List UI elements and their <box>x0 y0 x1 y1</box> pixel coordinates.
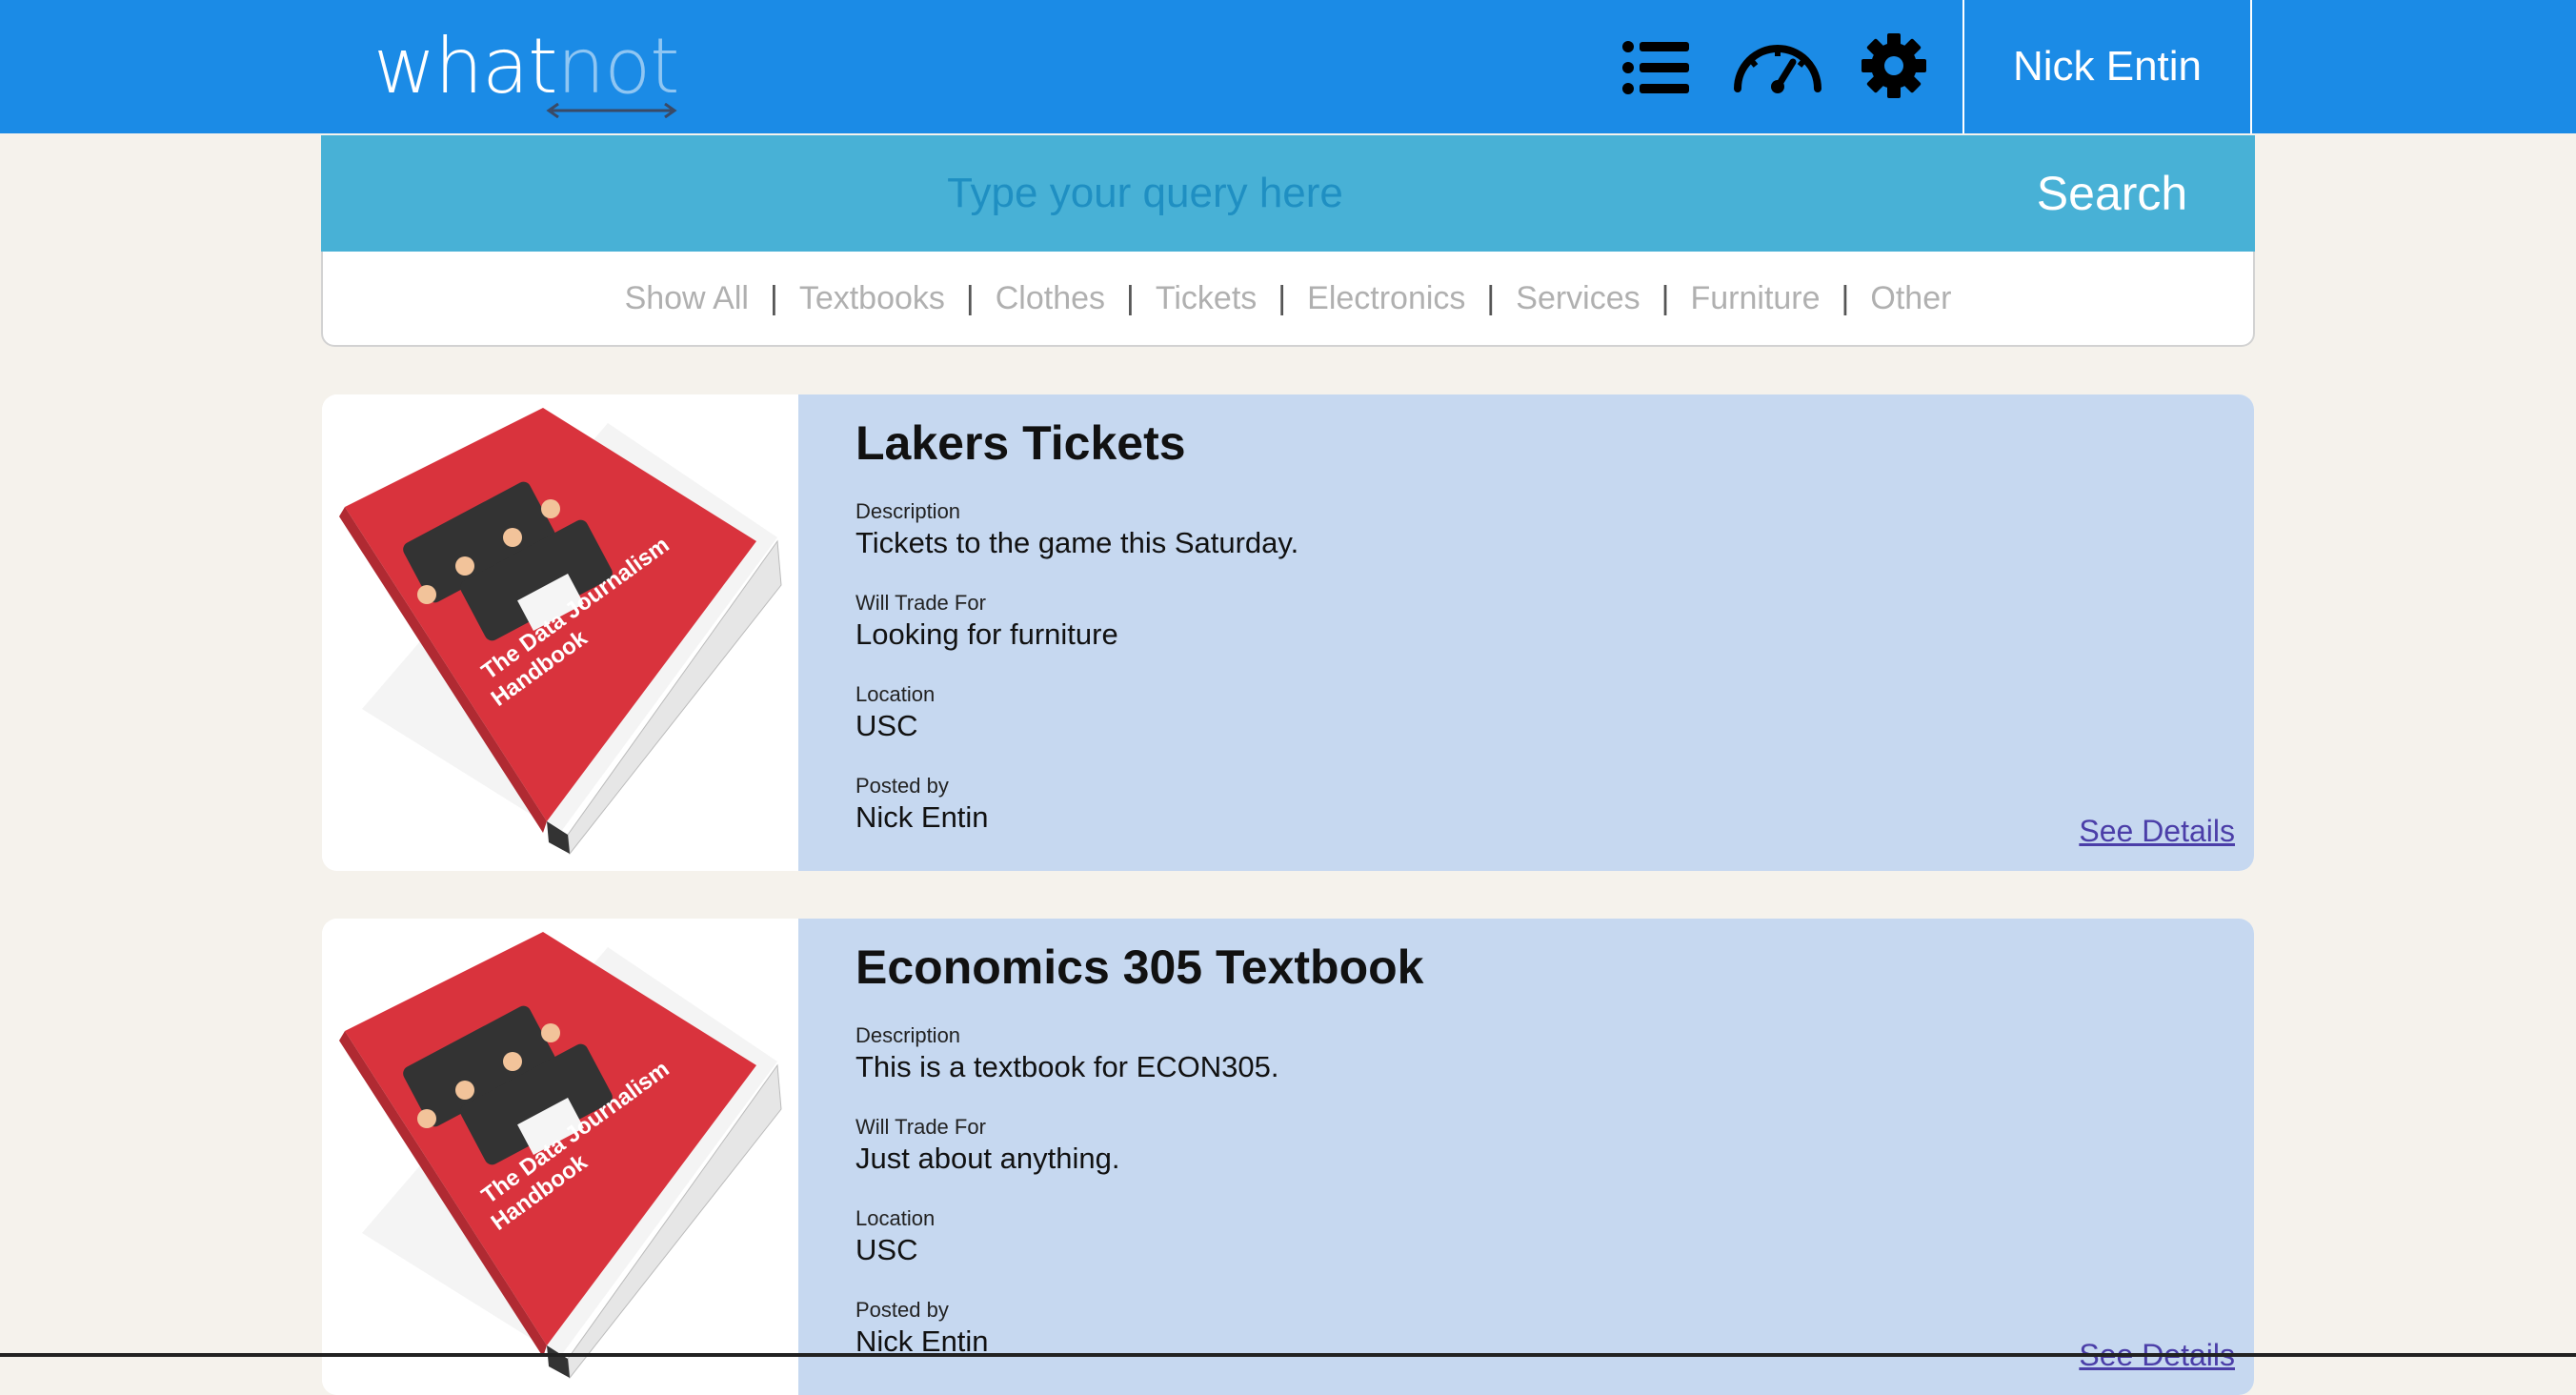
listing-card: The Data Journalism Handbook Lakers Tick… <box>322 394 2254 871</box>
category-filter-bar: Show All | Textbooks | Clothes | Tickets… <box>321 252 2255 347</box>
window-bottom-edge <box>0 1353 2576 1357</box>
description-value: This is a textbook for ECON305. <box>855 1050 1279 1083</box>
description-label: Description <box>855 499 961 523</box>
category-separator: | <box>1278 279 1287 316</box>
category-tickets[interactable]: Tickets <box>1156 280 1257 317</box>
category-services[interactable]: Services <box>1516 280 1640 317</box>
trade-value: Just about anything. <box>855 1142 1120 1175</box>
listing-image-book[interactable]: The Data Journalism Handbook <box>322 394 798 871</box>
listing-details: Economics 305 Textbook Description This … <box>798 919 2254 1395</box>
location-label: Location <box>855 682 936 706</box>
search-input[interactable] <box>321 135 1969 252</box>
category-separator: | <box>769 279 778 316</box>
logo-text-what: what <box>373 22 558 111</box>
see-details-link[interactable]: See Details <box>2079 814 2235 849</box>
list-icon[interactable] <box>1620 32 1692 103</box>
swap-arrow-icon <box>546 103 677 118</box>
location-label: Location <box>855 1206 936 1230</box>
listing-details: Lakers Tickets Description Tickets to th… <box>798 394 2254 871</box>
user-menu[interactable]: Nick Entin <box>1962 0 2252 133</box>
posted-by-label: Posted by <box>855 774 949 798</box>
logo-text-not: not <box>556 22 680 111</box>
trade-label: Will Trade For <box>855 591 986 615</box>
posted-by-label: Posted by <box>855 1298 949 1322</box>
logo-text: whatnot <box>373 21 688 112</box>
whatnot-logo[interactable]: whatnot <box>373 21 688 126</box>
search-button[interactable]: Search <box>1969 135 2255 252</box>
category-clothes[interactable]: Clothes <box>996 280 1105 317</box>
category-separator: | <box>1126 279 1135 316</box>
location-value: USC <box>855 1233 918 1266</box>
top-navbar: whatnot Nick Entin <box>0 0 2576 133</box>
search-bar: Search <box>321 135 2255 252</box>
listing-title: Lakers Tickets <box>855 416 1186 470</box>
location-value: USC <box>855 709 918 742</box>
user-name: Nick Entin <box>2012 43 2203 90</box>
listing-title: Economics 305 Textbook <box>855 940 1424 994</box>
settings-gear-icon[interactable] <box>1858 30 1930 101</box>
listing-card: The Data Journalism Handbook Economics 3… <box>322 919 2254 1395</box>
posted-by-value: Nick Entin <box>855 800 989 834</box>
category-separator: | <box>1660 279 1670 316</box>
listing-image-book[interactable]: The Data Journalism Handbook <box>322 919 798 1395</box>
category-textbooks[interactable]: Textbooks <box>799 280 945 317</box>
category-electronics[interactable]: Electronics <box>1307 280 1465 317</box>
dashboard-gauge-icon[interactable] <box>1730 32 1825 103</box>
description-label: Description <box>855 1023 961 1047</box>
category-other[interactable]: Other <box>1870 280 1951 317</box>
description-value: Tickets to the game this Saturday. <box>855 526 1299 559</box>
category-separator: | <box>1841 279 1850 316</box>
category-separator: | <box>965 279 975 316</box>
category-show-all[interactable]: Show All <box>625 280 749 317</box>
trade-label: Will Trade For <box>855 1115 986 1139</box>
category-furniture[interactable]: Furniture <box>1690 280 1820 317</box>
category-separator: | <box>1486 279 1496 316</box>
trade-value: Looking for furniture <box>855 617 1118 651</box>
